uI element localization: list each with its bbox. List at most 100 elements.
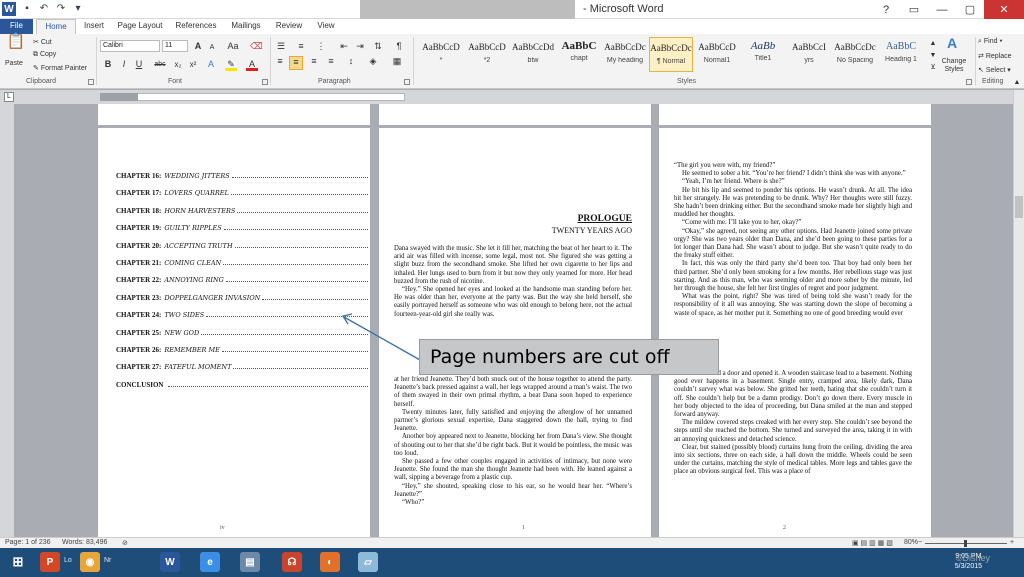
start-button-icon[interactable]: ⊞	[8, 552, 28, 572]
replace-button[interactable]: ⇄ Replace	[978, 52, 1012, 60]
gallery-up-icon[interactable]: ▲	[929, 38, 937, 49]
tab-file[interactable]: File	[0, 19, 33, 34]
zoom-slider-thumb[interactable]	[964, 540, 967, 547]
page-count[interactable]: Page: 1 of 236	[5, 539, 51, 546]
collapse-ribbon-icon[interactable]: ▲	[1012, 77, 1022, 88]
help-button[interactable]: ?	[872, 0, 900, 19]
save-icon[interactable]: ▪	[21, 3, 33, 15]
font-color-icon[interactable]: A	[246, 59, 258, 71]
superscript-button[interactable]: x²	[187, 59, 199, 70]
font-size-select[interactable]: 11	[162, 40, 188, 52]
taskbar-app-icon[interactable]: ☊	[282, 552, 302, 572]
toc-row[interactable]: CHAPTER 19: GUILTY RIPPLES	[116, 224, 368, 241]
gallery-more-icon[interactable]: ⊻	[929, 62, 937, 73]
strikethrough-button[interactable]: abc	[152, 59, 168, 70]
shrink-font-button[interactable]: A	[207, 42, 217, 53]
page-chapter-text[interactable]: “The girl you were with, my friend?” He s…	[659, 128, 931, 537]
font-launcher-icon[interactable]	[262, 79, 268, 85]
minimize-button[interactable]: —	[928, 0, 956, 19]
tab-selector-icon[interactable]: L	[4, 92, 14, 102]
tab-home[interactable]: Home	[36, 19, 76, 34]
maximize-button[interactable]: ▢	[956, 0, 984, 19]
style-tile[interactable]: AaBbCcI yrs	[787, 37, 831, 72]
cut-button[interactable]: ✂ Cut	[33, 38, 52, 46]
numbering-icon[interactable]: ≡	[295, 41, 307, 52]
copy-button[interactable]: ⧉ Copy	[33, 51, 56, 59]
styles-launcher-icon[interactable]	[966, 79, 972, 85]
decrease-indent-icon[interactable]: ⇤	[338, 41, 350, 52]
align-center-icon[interactable]: ≡	[289, 56, 303, 70]
close-button[interactable]: ✕	[984, 0, 1024, 19]
tab-page-layout[interactable]: Page Layout	[114, 19, 166, 34]
change-styles-icon[interactable]: A	[943, 36, 961, 50]
borders-icon[interactable]: ▦	[390, 56, 404, 70]
gallery-down-icon[interactable]: ▼	[929, 50, 937, 61]
style-tile[interactable]: AaBbCcDc No Spacing	[833, 37, 877, 72]
change-styles-button[interactable]: Change Styles	[939, 58, 969, 74]
align-left-icon[interactable]: ≡	[273, 56, 287, 70]
highlight-color-icon[interactable]: ✎	[225, 59, 237, 71]
justify-icon[interactable]: ≡	[324, 56, 338, 70]
format-painter-button[interactable]: ✎ Format Painter	[33, 64, 87, 72]
toc-row[interactable]: CHAPTER 18: HORN HARVESTERS	[116, 207, 368, 224]
toc-row[interactable]: CHAPTER 20: ACCEPTING TRUTH	[116, 242, 368, 259]
toc-row[interactable]: CHAPTER 16: WEDDING JITTERS	[116, 172, 368, 189]
tab-review[interactable]: Review	[272, 19, 306, 34]
ribbon-display-button[interactable]: ▭	[900, 0, 928, 19]
clipboard-launcher-icon[interactable]	[88, 79, 94, 85]
multilevel-list-icon[interactable]: ⋮	[315, 41, 327, 52]
customize-qat-icon[interactable]: ▾	[72, 3, 84, 15]
tab-references[interactable]: References	[172, 19, 220, 34]
show-formatting-marks-icon[interactable]: ¶	[393, 41, 405, 52]
font-family-select[interactable]: Calibri	[100, 40, 160, 52]
style-tile[interactable]: AaBbCcD *	[419, 37, 463, 72]
grow-font-button[interactable]: A	[193, 41, 203, 52]
select-button[interactable]: ↖ Select ▾	[978, 66, 1011, 74]
taskbar-app-icon[interactable]: ◉	[80, 552, 100, 572]
redo-icon[interactable]: ↷	[55, 3, 67, 15]
zoom-in-icon[interactable]: +	[1010, 539, 1014, 546]
paragraph-launcher-icon[interactable]	[404, 79, 410, 85]
bullets-icon[interactable]: ☰	[275, 41, 287, 52]
taskbar-app-label[interactable]: Nr	[104, 557, 111, 564]
style-tile[interactable]: AaBbCcDd btw	[511, 37, 555, 72]
style-tile[interactable]: AaBbCcDc My heading	[603, 37, 647, 72]
underline-button[interactable]: U	[134, 59, 144, 70]
taskbar-app-label[interactable]: Lo	[64, 557, 72, 564]
paste-icon[interactable]: 📋	[6, 34, 26, 54]
undo-icon[interactable]: ↶	[38, 3, 50, 15]
taskbar-app-icon[interactable]: W	[160, 552, 180, 572]
tab-insert[interactable]: Insert	[80, 19, 108, 34]
taskbar-app-icon[interactable]: e	[200, 552, 220, 572]
ruler-margin[interactable]	[100, 93, 138, 101]
style-tile[interactable]: AaBb Title1	[741, 37, 785, 72]
zoom-out-icon[interactable]: −	[918, 539, 922, 546]
style-tile[interactable]: AaBbCcD *2	[465, 37, 509, 72]
clear-formatting-icon[interactable]: ⌫	[250, 41, 263, 52]
view-buttons-icon[interactable]: ▣ ▤ ▥ ▦ ▧	[852, 539, 893, 547]
find-button[interactable]: ⌕ Find ▾	[978, 38, 1002, 46]
style-tile[interactable]: AaBbC Heading 1	[879, 37, 923, 72]
toc-row[interactable]: CONCLUSION	[116, 381, 368, 398]
toc-row[interactable]: CHAPTER 22: ANNOYING RING	[116, 276, 368, 293]
taskbar-app-icon[interactable]: ▤	[240, 552, 260, 572]
line-spacing-icon[interactable]: ↕	[344, 56, 358, 70]
toc-row[interactable]: CHAPTER 21: COMING CLEAN	[116, 259, 368, 276]
document-area[interactable]: CHAPTER 16: WEDDING JITTERS CHAPTER 17: LOV…	[0, 104, 1013, 537]
italic-button[interactable]: I	[119, 59, 129, 70]
ruler-scale[interactable]	[100, 93, 405, 101]
paste-button[interactable]: Paste	[5, 60, 23, 67]
sort-icon[interactable]: ⇅	[372, 41, 384, 52]
taskbar-app-icon[interactable]: ◐	[320, 552, 340, 572]
subscript-button[interactable]: x₂	[172, 59, 184, 70]
tab-view[interactable]: View	[312, 19, 340, 34]
scrollbar-thumb[interactable]	[1015, 196, 1023, 218]
taskbar-app-icon[interactable]: P	[40, 552, 60, 572]
shading-icon[interactable]: ◈	[366, 56, 380, 70]
style-tile[interactable]: AaBbCcD Normal1	[695, 37, 739, 72]
zoom-level[interactable]: 80%	[904, 539, 918, 546]
text-effects-icon[interactable]: A	[205, 59, 217, 70]
word-count[interactable]: Words: 83,496	[62, 539, 107, 546]
bold-button[interactable]: B	[103, 59, 113, 70]
style-tile[interactable]: AaBbCcDc ¶ Normal	[649, 37, 693, 72]
